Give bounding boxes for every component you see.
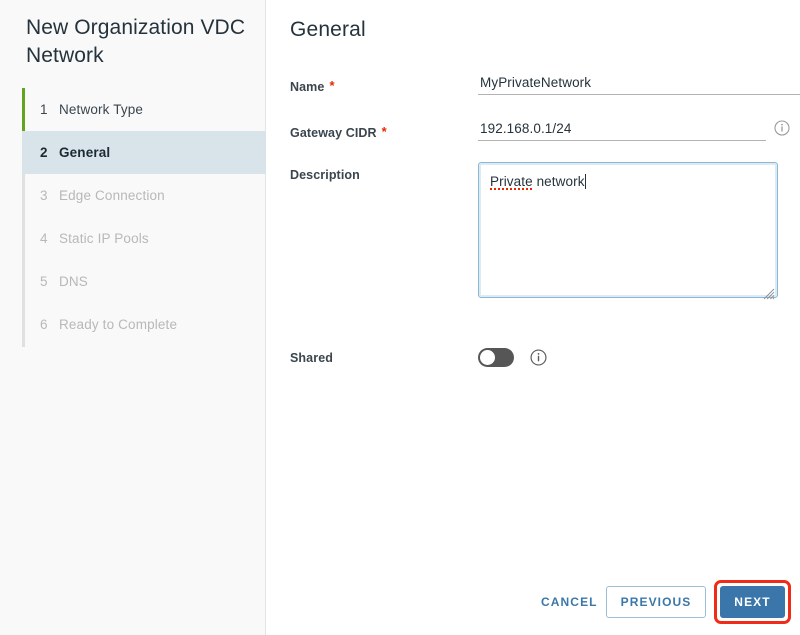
next-button[interactable]: NEXT (720, 586, 785, 618)
step-label: Static IP Pools (59, 231, 149, 246)
sidebar-step-ready-to-complete[interactable]: 6 Ready to Complete (22, 303, 266, 346)
wizard-step-list: 1 Network Type 2 General 3 Edge Connecti… (0, 88, 266, 347)
sidebar-step-edge-connection[interactable]: 3 Edge Connection (22, 174, 266, 217)
name-input[interactable] (478, 72, 800, 95)
info-circle-icon[interactable] (530, 349, 547, 366)
step-label: Edge Connection (59, 188, 165, 203)
step-number: 4 (40, 231, 48, 246)
new-org-vdc-network-wizard: New Organization VDC Network 1 Network T… (0, 0, 800, 635)
gateway-cidr-label: Gateway CIDR * (290, 124, 387, 140)
step-number: 3 (40, 188, 48, 203)
toggle-knob (480, 350, 495, 365)
wizard-footer: CANCEL PREVIOUS NEXT (266, 563, 800, 635)
step-label: DNS (59, 274, 88, 289)
wizard-title: New Organization VDC Network (26, 16, 246, 67)
step-number: 2 (40, 145, 48, 160)
sidebar-step-network-type[interactable]: 1 Network Type (22, 88, 266, 131)
shared-label: Shared (290, 351, 333, 365)
wizard-main-pane: General Name* Gateway CIDR* (266, 0, 800, 635)
wizard-sidebar: New Organization VDC Network 1 Network T… (0, 0, 266, 635)
required-asterisk: * (381, 124, 387, 139)
shared-toggle[interactable] (478, 348, 514, 367)
step-label: General (59, 145, 111, 160)
page-title: General (290, 18, 366, 41)
step-number: 6 (40, 317, 48, 332)
step-number: 5 (40, 274, 48, 289)
sidebar-step-static-ip-pools[interactable]: 4 Static IP Pools (22, 217, 266, 260)
step-number: 1 (40, 102, 48, 117)
sidebar-step-dns[interactable]: 5 DNS (22, 260, 266, 303)
step-label: Ready to Complete (59, 317, 178, 332)
textarea-resize-handle[interactable] (762, 287, 775, 300)
name-label: Name * (290, 78, 335, 94)
description-textarea[interactable] (478, 162, 778, 298)
description-label: Description (290, 168, 360, 182)
gateway-cidr-input[interactable] (478, 118, 766, 141)
step-label: Network Type (59, 102, 144, 117)
description-textarea-wrap: Private network (478, 162, 778, 303)
previous-button[interactable]: PREVIOUS (606, 586, 706, 618)
sidebar-step-general[interactable]: 2 General (22, 131, 266, 174)
cancel-button[interactable]: CANCEL (530, 587, 609, 617)
info-circle-icon[interactable] (774, 120, 790, 136)
required-asterisk: * (329, 78, 335, 93)
